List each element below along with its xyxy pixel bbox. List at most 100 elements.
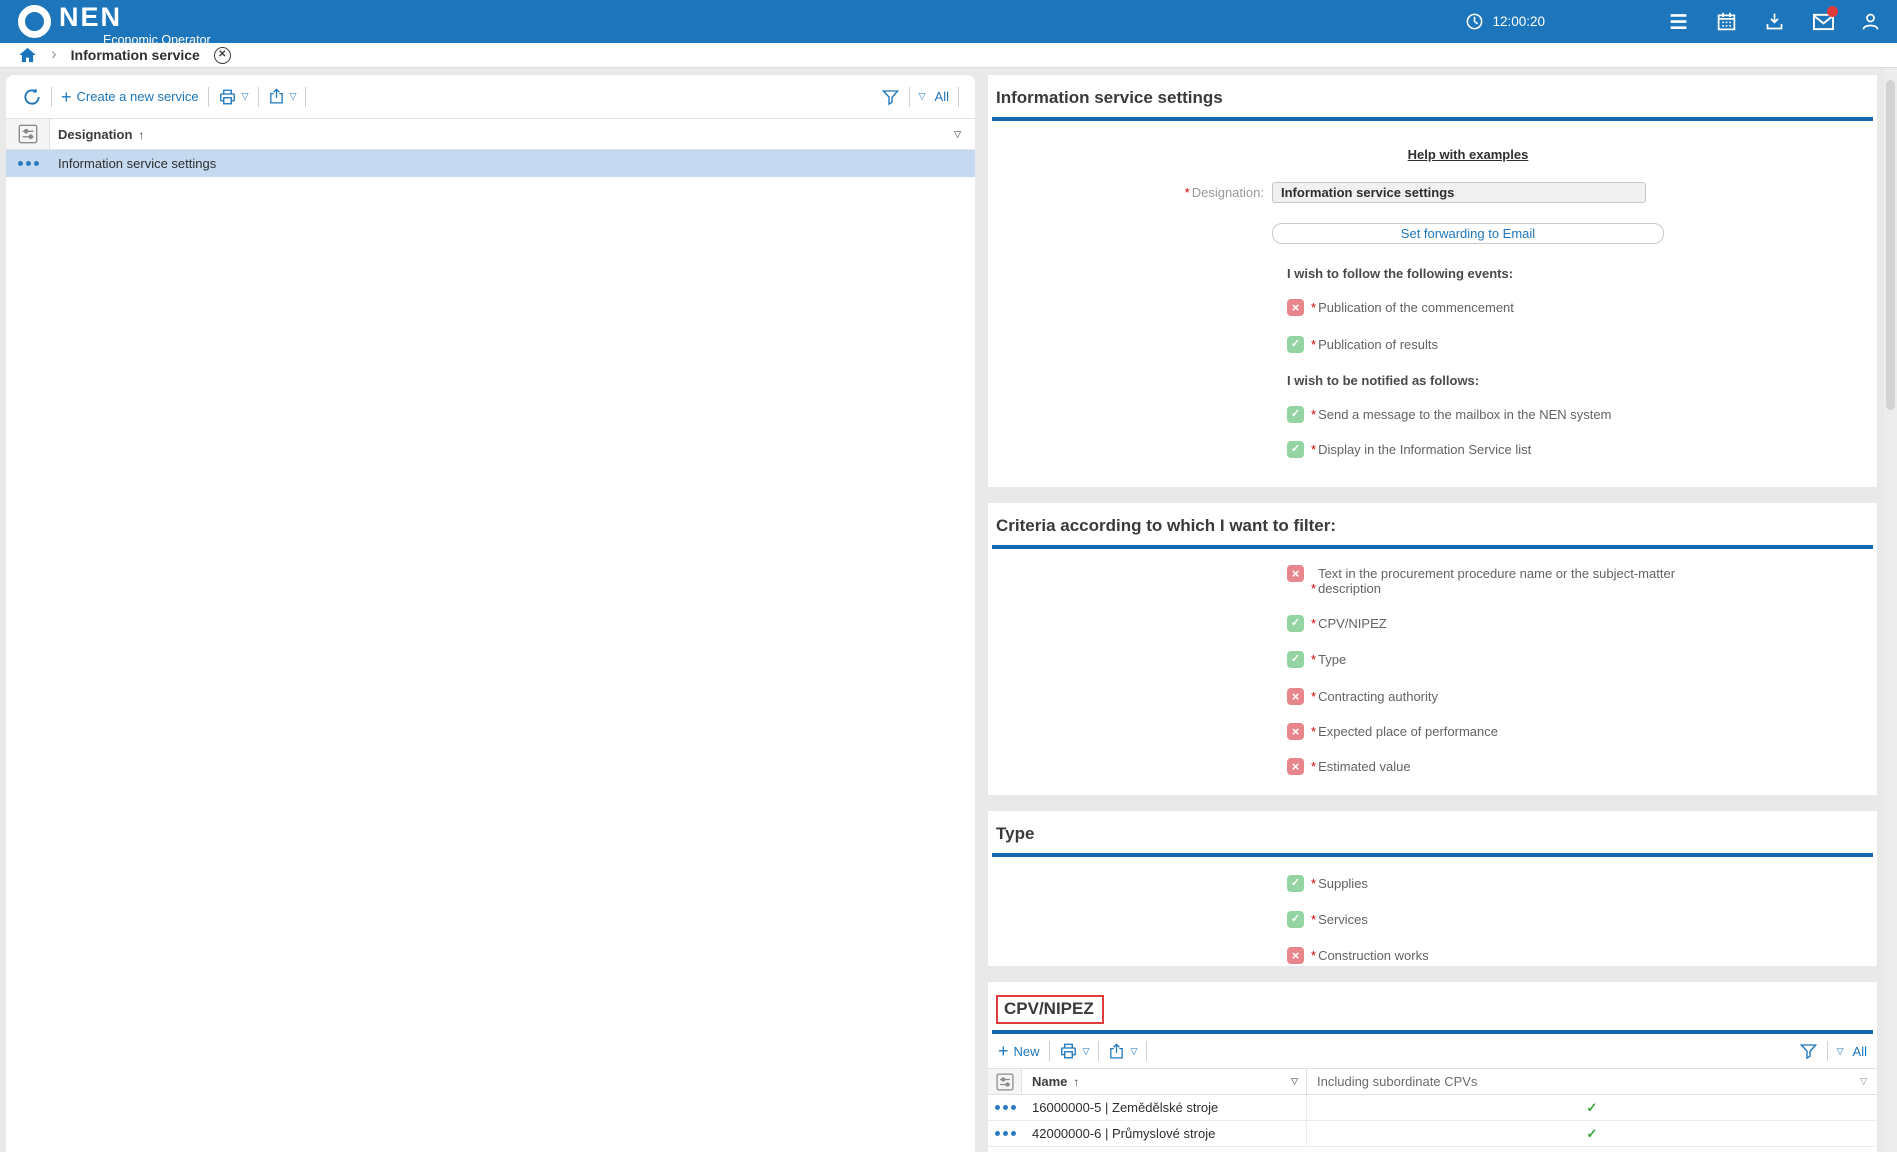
cpv-table-row[interactable]: 16000000-5 | Zemědělské stroje ✓ <box>988 1095 1877 1121</box>
designation-column-header[interactable]: Designation↑ <box>50 127 144 142</box>
export-button[interactable]: ▽ <box>268 87 297 106</box>
filter-funnel-icon[interactable] <box>1799 1042 1818 1060</box>
name-column-header[interactable]: Name↑ ▽ <box>1022 1069 1307 1094</box>
checkbox-publication-results[interactable]: ✓ *Publication of results <box>1287 336 1438 353</box>
checkbox-supplies[interactable]: ✓ *Supplies <box>1287 875 1368 892</box>
plus-icon: + <box>998 1042 1009 1060</box>
checkbox-cross-icon[interactable]: × <box>1287 565 1304 582</box>
row-menu-icon[interactable] <box>988 1105 1022 1110</box>
divider <box>1049 1041 1050 1061</box>
home-icon[interactable] <box>18 46 37 64</box>
section-settings: Information service settings Help with e… <box>988 75 1877 487</box>
checkbox-check-icon[interactable]: ✓ <box>1287 336 1304 353</box>
service-row-name: Information service settings <box>50 156 216 171</box>
checkbox-contracting-authority[interactable]: × *Contracting authority <box>1287 688 1438 705</box>
column-settings-cell[interactable] <box>6 119 50 149</box>
filter-funnel-icon[interactable] <box>881 88 900 106</box>
create-new-service-button[interactable]: + Create a new service <box>61 88 199 106</box>
cpv-export-button[interactable]: ▽ <box>1108 1042 1137 1061</box>
sort-asc-icon: ↑ <box>1073 1075 1079 1089</box>
downloads-icon[interactable] <box>1764 11 1785 32</box>
row-menu-icon[interactable] <box>6 161 50 166</box>
print-dropdown-icon[interactable]: ▽ <box>242 91 249 102</box>
checkbox-estimated-value[interactable]: × *Estimated value <box>1287 758 1411 775</box>
checkbox-check-icon[interactable]: ✓ <box>1287 875 1304 892</box>
designation-input[interactable] <box>1272 182 1646 203</box>
checkbox-check-icon[interactable]: ✓ <box>1287 615 1304 632</box>
subordinate-check-icon: ✓ <box>1307 1126 1877 1142</box>
section-rule <box>992 853 1873 857</box>
column-filter-icon[interactable]: ▽ <box>1860 1076 1867 1087</box>
clock-icon <box>1465 12 1484 31</box>
cpv-new-button[interactable]: + New <box>998 1042 1040 1060</box>
scrollbar-thumb[interactable] <box>1886 80 1895 410</box>
help-with-examples-link[interactable]: Help with examples <box>1408 147 1529 162</box>
breadcrumb-page-title: Information service <box>71 47 200 63</box>
close-tab-icon[interactable]: ✕ <box>214 47 231 64</box>
time-value: 12:00:20 <box>1492 14 1545 29</box>
checkbox-check-icon[interactable]: ✓ <box>1287 651 1304 668</box>
brand-name: NEN <box>59 4 211 31</box>
printer-icon <box>1059 1042 1078 1060</box>
checkbox-cpv-nipez[interactable]: ✓ *CPV/NIPEZ <box>1287 615 1387 632</box>
divider <box>258 87 259 107</box>
brand: NEN Economic Operator <box>18 4 211 47</box>
checkbox-cross-icon[interactable]: × <box>1287 758 1304 775</box>
divider <box>1827 1041 1828 1061</box>
cpv-table: Name↑ ▽ Including subordinate CPVs ▽ 160… <box>988 1068 1877 1147</box>
events-group-label: I wish to follow the following events: <box>1287 266 1513 281</box>
print-dropdown-icon[interactable]: ▽ <box>1083 1046 1090 1057</box>
chevron-right-icon: › <box>51 44 57 64</box>
menu-icon[interactable] <box>1668 11 1689 32</box>
divider <box>958 87 959 107</box>
checkbox-cross-icon[interactable]: × <box>1287 688 1304 705</box>
subordinate-column-header[interactable]: Including subordinate CPVs ▽ <box>1307 1069 1877 1094</box>
refresh-icon[interactable] <box>22 87 42 107</box>
column-filter-icon[interactable]: ▽ <box>954 129 961 140</box>
divider <box>305 87 306 107</box>
designation-label: *Designation: <box>988 182 1264 200</box>
server-time: 12:00:20 <box>1465 0 1545 43</box>
checkbox-cross-icon[interactable]: × <box>1287 299 1304 316</box>
messages-icon[interactable] <box>1812 11 1833 32</box>
checkbox-cross-icon[interactable]: × <box>1287 947 1304 964</box>
print-button[interactable]: ▽ <box>218 88 249 106</box>
checkbox-construction-works[interactable]: × *Construction works <box>1287 947 1429 964</box>
cpv-table-header: Name↑ ▽ Including subordinate CPVs ▽ <box>988 1069 1877 1095</box>
set-forwarding-email-button[interactable]: Set forwarding to Email <box>1272 223 1664 244</box>
section-criteria: Criteria according to which I want to fi… <box>988 503 1877 795</box>
cpv-print-button[interactable]: ▽ <box>1059 1042 1090 1060</box>
service-list-panel: + Create a new service ▽ ▽ ▽ All Designa… <box>6 75 975 1152</box>
checkbox-check-icon[interactable]: ✓ <box>1287 911 1304 928</box>
checkbox-services[interactable]: ✓ *Services <box>1287 911 1368 928</box>
row-menu-icon[interactable] <box>988 1131 1022 1136</box>
calendar-icon[interactable] <box>1716 11 1737 32</box>
service-table-row[interactable]: Information service settings <box>6 150 975 177</box>
column-settings-cell[interactable] <box>988 1069 1022 1094</box>
filter-preset-dropdown-icon[interactable]: ▽ <box>1837 1046 1844 1057</box>
export-dropdown-icon[interactable]: ▽ <box>1130 1046 1137 1057</box>
checkbox-display-information-service[interactable]: ✓ *Display in the Information Service li… <box>1287 441 1531 458</box>
service-table-header: Designation↑ ▽ <box>6 118 975 150</box>
checkbox-publication-commencement[interactable]: × *Publication of the commencement <box>1287 299 1514 316</box>
checkbox-text-in-name[interactable]: × *Text in the procurement procedure nam… <box>1287 565 1688 596</box>
column-filter-icon[interactable]: ▽ <box>1291 1076 1298 1087</box>
export-dropdown-icon[interactable]: ▽ <box>290 91 297 102</box>
cpv-toolbar: + New ▽ ▽ ▽ All <box>988 1034 1877 1068</box>
cpv-table-row[interactable]: 42000000-6 | Průmyslové stroje ✓ <box>988 1121 1877 1147</box>
nen-logo-icon <box>18 5 51 38</box>
checkbox-check-icon[interactable]: ✓ <box>1287 406 1304 423</box>
filter-preset-dropdown-icon[interactable]: ▽ <box>919 91 926 102</box>
section-cpv: CPV/NIPEZ + New ▽ ▽ ▽ All <box>988 982 1877 1152</box>
user-profile-icon[interactable] <box>1860 11 1881 32</box>
checkbox-expected-place[interactable]: × *Expected place of performance <box>1287 723 1498 740</box>
filter-all-label[interactable]: All <box>935 89 949 104</box>
checkbox-send-message-mailbox[interactable]: ✓ *Send a message to the mailbox in the … <box>1287 406 1611 423</box>
checkbox-cross-icon[interactable]: × <box>1287 723 1304 740</box>
scrollbar-track[interactable] <box>1884 68 1897 1152</box>
filter-all-label[interactable]: All <box>1853 1044 1867 1059</box>
unread-badge <box>1827 6 1838 17</box>
top-bar: NEN Economic Operator 12:00:20 <box>0 0 1897 43</box>
checkbox-type[interactable]: ✓ *Type <box>1287 651 1346 668</box>
checkbox-check-icon[interactable]: ✓ <box>1287 441 1304 458</box>
